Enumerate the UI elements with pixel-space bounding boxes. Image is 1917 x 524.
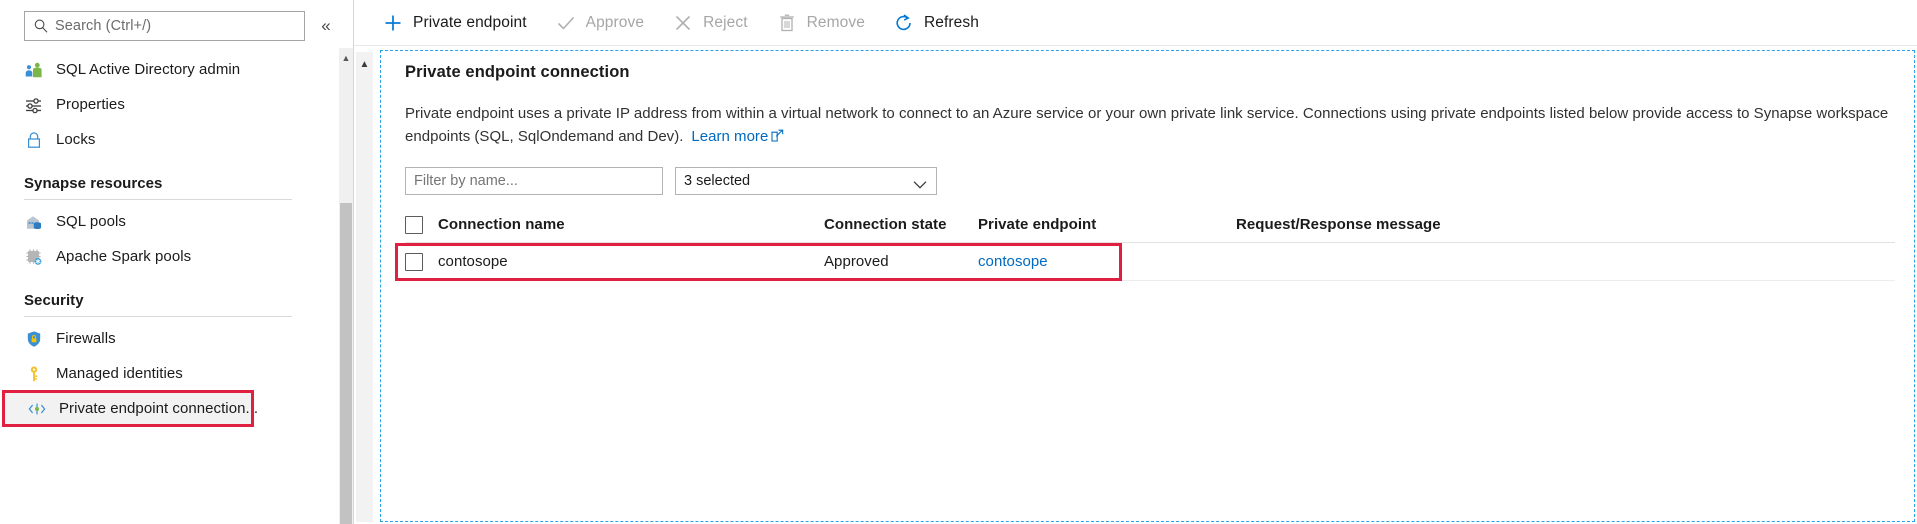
divider	[24, 199, 292, 200]
sidebar-group-synapse-resources: Synapse resources	[0, 175, 353, 200]
sidebar-item-label: Properties	[56, 96, 125, 113]
properties-sliders-icon	[24, 95, 44, 115]
scroll-up-arrow-icon[interactable]: ▲	[356, 60, 373, 70]
connection-state-filter-value: 3 selected	[684, 173, 750, 189]
command-label: Reject	[703, 14, 748, 32]
table-body: contosope Approved contosope	[405, 243, 1895, 281]
search-icon	[33, 18, 49, 34]
filters-row: 3 selected	[405, 167, 1914, 195]
page-title: Private endpoint connection	[405, 63, 1914, 82]
column-header-connection-state: Connection state	[824, 216, 978, 233]
check-icon	[555, 12, 577, 34]
sidebar-item-properties[interactable]: Properties	[0, 87, 353, 122]
refresh-icon	[893, 12, 915, 34]
column-header-private-endpoint: Private endpoint	[978, 216, 1236, 233]
sidebar-scrollbar[interactable]: ▲	[339, 48, 353, 524]
learn-more-label: Learn more	[691, 128, 768, 145]
sidebar-nav-security: Firewalls Managed identities	[0, 321, 353, 426]
search-input[interactable]: Search (Ctrl+/)	[24, 11, 305, 41]
sidebar-item-label: Apache Spark pools	[56, 248, 191, 265]
private-endpoint-button[interactable]: Private endpoint	[380, 0, 541, 46]
sidebar-item-managed-identities[interactable]: Managed identities	[0, 356, 353, 391]
shield-icon	[24, 329, 44, 349]
sidebar-nav-top: SQL Active Directory admin Properties	[0, 52, 353, 157]
sidebar-scrollbar-thumb[interactable]	[340, 203, 352, 524]
sidebar-nav-synapse: SQL pools Apa	[0, 204, 353, 274]
spark-pool-icon	[24, 247, 44, 267]
refresh-button[interactable]: Refresh	[891, 0, 993, 46]
key-icon	[24, 364, 44, 384]
sidebar-item-apache-spark-pools[interactable]: Apache Spark pools	[0, 239, 353, 274]
sidebar-item-label: Private endpoint connection...	[59, 400, 258, 417]
cell-connection-name: contosope	[438, 253, 824, 270]
lock-icon	[24, 130, 44, 150]
panel-description-text: Private endpoint uses a private IP addre…	[405, 105, 1888, 145]
divider	[24, 316, 292, 317]
command-bar: Private endpoint Approve Reject	[354, 0, 1917, 46]
table-header-row: Connection name Connection state Private…	[405, 213, 1895, 243]
x-icon	[672, 12, 694, 34]
sidebar-item-sql-active-directory-admin[interactable]: SQL Active Directory admin	[0, 52, 353, 87]
sidebar-item-label: Firewalls	[56, 330, 116, 347]
sidebar-item-sql-pools[interactable]: SQL pools	[0, 204, 353, 239]
sidebar-search-row: Search (Ctrl+/) «	[0, 0, 353, 50]
select-all-checkbox[interactable]	[405, 216, 423, 234]
sidebar-item-label: Locks	[56, 131, 95, 148]
filter-by-name-input[interactable]	[405, 167, 663, 195]
sidebar-item-label: SQL Active Directory admin	[56, 61, 240, 78]
private-endpoint-icon	[27, 399, 47, 419]
command-label: Private endpoint	[413, 14, 527, 32]
azure-portal-screen: Search (Ctrl+/) « SQL Active Directory a…	[0, 0, 1917, 524]
sidebar: Search (Ctrl+/) « SQL Active Directory a…	[0, 0, 354, 524]
reject-button[interactable]: Reject	[670, 0, 762, 46]
command-label: Approve	[586, 14, 644, 32]
chevron-down-icon	[913, 177, 927, 186]
column-header-request-response-message: Request/Response message	[1236, 216, 1895, 233]
sidebar-group-title: Synapse resources	[24, 175, 329, 199]
main-content: Private endpoint Approve Reject	[354, 0, 1917, 524]
sidebar-item-private-endpoint-connections[interactable]: Private endpoint connection...	[3, 391, 253, 426]
panel-description: Private endpoint uses a private IP addre…	[405, 102, 1914, 148]
sidebar-item-label: SQL pools	[56, 213, 126, 230]
cell-connection-state: Approved	[824, 253, 978, 270]
row-select-checkbox[interactable]	[405, 253, 423, 271]
connections-table: Connection name Connection state Private…	[405, 213, 1895, 281]
approve-button[interactable]: Approve	[553, 0, 658, 46]
connection-state-filter-dropdown[interactable]: 3 selected	[675, 167, 937, 195]
column-header-connection-name: Connection name	[438, 216, 824, 233]
sidebar-group-title: Security	[24, 292, 329, 316]
content-scrollbar[interactable]: ▲	[356, 52, 373, 522]
remove-button[interactable]: Remove	[774, 0, 879, 46]
collapse-sidebar-button[interactable]: «	[311, 11, 341, 41]
learn-more-link[interactable]: Learn more	[691, 128, 784, 145]
sidebar-item-locks[interactable]: Locks	[0, 122, 353, 157]
table-row[interactable]: contosope Approved contosope	[405, 243, 1895, 281]
ad-admin-icon	[24, 60, 44, 80]
trash-icon	[776, 12, 798, 34]
command-label: Refresh	[924, 14, 979, 32]
sidebar-item-label: Managed identities	[56, 365, 183, 382]
sidebar-group-security: Security	[0, 292, 353, 317]
private-endpoint-connection-panel: Private endpoint connection Private endp…	[380, 50, 1915, 522]
external-link-icon	[771, 126, 784, 139]
search-placeholder-text: Search (Ctrl+/)	[55, 19, 151, 34]
sql-pool-icon	[24, 212, 44, 232]
plus-icon	[382, 12, 404, 34]
scroll-up-arrow-icon[interactable]: ▲	[339, 54, 353, 63]
command-label: Remove	[807, 14, 865, 32]
sidebar-item-firewalls[interactable]: Firewalls	[0, 321, 353, 356]
cell-private-endpoint-link[interactable]: contosope	[978, 253, 1236, 270]
